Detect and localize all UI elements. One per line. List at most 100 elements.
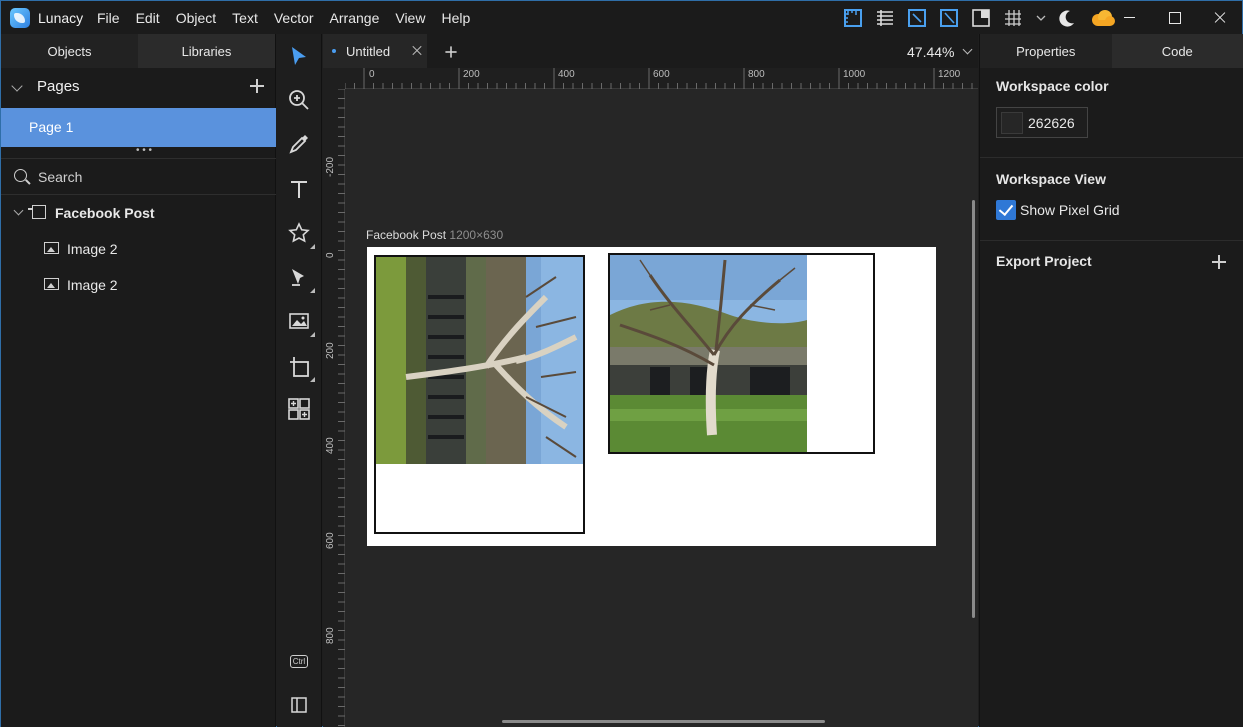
artboard-facebook-post[interactable] [367,247,936,546]
layer-row-artboard[interactable]: Facebook Post [1,195,276,231]
shortcuts-icon[interactable]: Ctrl [285,647,313,675]
color-swatch[interactable] [1001,112,1023,134]
tab-libraries[interactable]: Libraries [138,34,275,68]
ruler-corner [323,68,345,89]
ruler-label: 0 [369,69,375,80]
tool-menu-indicator-icon [310,288,315,293]
show-pixel-grid-label[interactable]: Show Pixel Grid [1020,202,1120,218]
left-panel: Objects Libraries Pages Page 1 • • • Fac… [1,34,276,727]
ruler-label: 800 [748,69,765,80]
layer-row-image[interactable]: Image 2 [1,231,276,267]
title-bar: Lunacy File Edit Object Text Vector Arra… [1,1,1242,34]
export-project-title: Export Project [996,253,1092,269]
zoom-tool-icon[interactable] [285,86,313,114]
menu-file[interactable]: File [97,10,120,26]
horizontal-ruler[interactable]: 0 200 400 600 800 1000 1200 [345,68,978,89]
select-tool-icon[interactable] [285,42,313,70]
toolbar-toggles [843,8,1127,28]
eyedropper-tool-icon[interactable] [285,130,313,158]
menu-arrange[interactable]: Arrange [330,10,380,26]
chevron-down-icon[interactable] [1035,8,1047,28]
image-frame[interactable] [608,253,875,454]
divider [980,157,1243,158]
photo-landscape [610,255,807,452]
divider [980,240,1243,241]
components-tool-icon[interactable] [285,395,313,423]
image-tool-icon[interactable] [285,307,315,337]
table-icon[interactable] [875,8,897,28]
star-shape-tool-icon[interactable] [285,219,315,249]
grid-icon[interactable] [1003,8,1025,28]
artboard-title[interactable]: Facebook Post 1200×630 [366,228,503,242]
ruler-label: 1200 [938,69,961,80]
chevron-down-icon[interactable] [13,205,24,216]
menu-object[interactable]: Object [176,10,216,26]
chevron-down-icon[interactable] [11,80,23,92]
menu-text[interactable]: Text [232,10,258,26]
chevron-down-icon[interactable] [962,44,973,55]
pages-header: Pages [1,68,275,104]
tab-properties[interactable]: Properties [980,34,1112,68]
menu-edit[interactable]: Edit [136,10,160,26]
tab-code[interactable]: Code [1111,34,1243,68]
layers-search [1,158,276,195]
right-panel: Properties Code Workspace color 262626 W… [979,34,1243,727]
ruler-label: 200 [325,342,336,359]
menu-bar: File Edit Object Text Vector Arrange Vie… [97,10,486,26]
snap-icon[interactable] [907,8,929,28]
ruler-label: 0 [325,252,336,258]
tools-bar: Ctrl [277,34,322,727]
artboard-size: 1200×630 [449,228,504,242]
workspace-color-title: Workspace color [996,78,1109,94]
document-title: Untitled [346,44,391,59]
layer-label: Image 2 [67,277,118,293]
add-page-icon[interactable] [250,79,264,93]
artboard-tool-icon[interactable] [285,352,315,382]
layout-grid-icon[interactable] [971,8,993,28]
unsaved-dot-icon [332,49,336,53]
tool-menu-indicator-icon [310,377,315,382]
artboard-name: Facebook Post [366,228,447,242]
ruler-label: 800 [325,627,336,644]
snap-pixel-icon[interactable] [939,8,961,28]
document-tabs: Untitled 47.44% [323,34,978,68]
add-export-icon[interactable] [1212,255,1226,269]
text-tool-icon[interactable] [285,175,313,203]
ruler-icon[interactable] [843,8,865,28]
vertical-scrollbar[interactable] [972,200,975,618]
photo-rotated [376,257,583,464]
tab-objects[interactable]: Objects [1,34,138,68]
layer-label: Image 2 [67,241,118,257]
page-label: Page 1 [29,119,74,135]
close-button[interactable] [1197,1,1242,34]
search-input[interactable] [38,167,258,187]
ruler-label: 400 [558,69,575,80]
toggle-panels-icon[interactable] [285,691,313,719]
tool-menu-indicator-icon [310,332,315,337]
resize-handle-icon[interactable]: • • • [136,145,152,156]
new-tab-icon[interactable] [445,46,457,58]
ruler-label: 200 [463,69,480,80]
horizontal-scrollbar[interactable] [502,720,825,723]
maximize-button[interactable] [1152,1,1197,34]
moon-icon[interactable] [1057,8,1079,28]
close-tab-icon[interactable] [411,45,422,56]
menu-view[interactable]: View [395,10,425,26]
page-item-page-1[interactable]: Page 1 [1,108,276,147]
left-panel-tabs: Objects Libraries [1,34,275,68]
workspace-color-value[interactable]: 262626 [1028,115,1075,131]
minimize-button[interactable] [1107,1,1152,34]
vertical-ruler[interactable]: -200 0 200 400 600 800 [323,89,345,727]
canvas-area[interactable]: Untitled 47.44% 0 200 400 600 800 1000 1… [323,34,978,727]
image-frame[interactable] [374,255,585,534]
tab-untitled[interactable]: Untitled [323,34,427,68]
show-pixel-grid-checkbox[interactable] [996,200,1016,220]
ruler-label: -200 [325,156,336,177]
layer-label: Facebook Post [55,205,155,221]
menu-help[interactable]: Help [441,10,470,26]
pen-tool-icon[interactable] [285,263,315,293]
zoom-level[interactable]: 47.44% [907,44,954,60]
layer-row-image[interactable]: Image 2 [1,267,276,303]
menu-vector[interactable]: Vector [274,10,314,26]
workspace-color-field[interactable]: 262626 [996,107,1088,138]
